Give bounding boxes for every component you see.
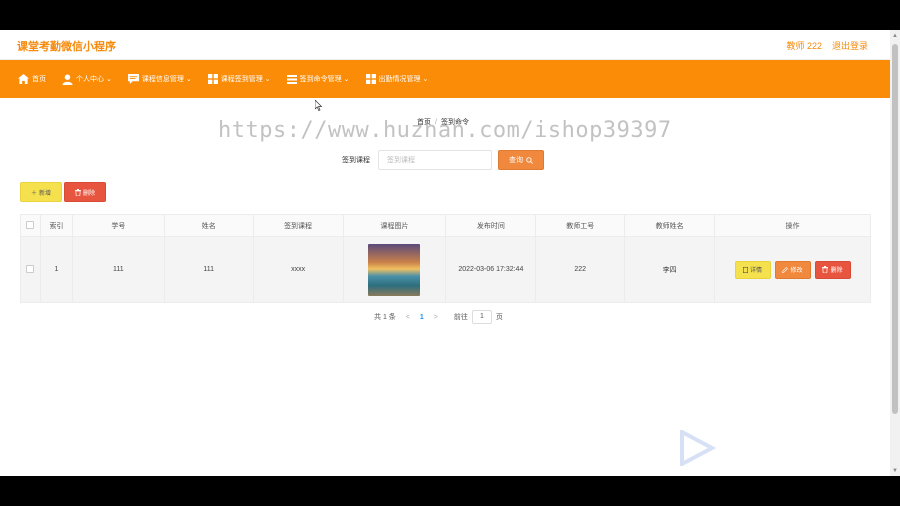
search-icon [526, 156, 533, 164]
course-image-cell [342, 236, 447, 303]
table-row: 1 111 111 xxxx 2022-03-06 17:32:44 222 李… [20, 236, 871, 303]
scroll-down-icon[interactable]: ▼ [892, 468, 898, 474]
chevron-down-icon: ⌄ [185, 76, 192, 83]
row-checkbox[interactable] [26, 264, 35, 273]
column-header: 操作 [714, 214, 871, 237]
student-no-cell: 111 [71, 236, 165, 303]
row-actions-cell: 详情 修改 删除 [714, 236, 871, 303]
column-header: 发布时间 [445, 214, 537, 237]
pagination: 共 1 条 < 1 > 前往 1 页 [374, 310, 503, 324]
nav-item-label: 签到命令管理 [299, 76, 342, 83]
index-cell: 1 [39, 236, 73, 303]
main-nav: 首页 个人中心 ⌄ 课程信息管理 ⌄ 课程签到管理 ⌄ 签到命令管理 ⌄ 出勤情… [0, 60, 890, 98]
document-icon [742, 266, 748, 273]
signin-command-table: 索引 学号 姓名 签到课程 课程图片 发布时间 教师工号 教师姓名 操作 1 1… [20, 214, 871, 303]
select-all-cell [20, 214, 41, 237]
edit-icon [782, 266, 789, 273]
goto-label: 前往 [453, 314, 468, 321]
nav-item-label: 个人中心 [76, 76, 104, 83]
column-header: 学号 [71, 214, 165, 237]
add-button[interactable]: ＋ 新增 [20, 182, 62, 202]
scrollbar-thumb[interactable] [892, 44, 898, 414]
search-input[interactable]: 签到课程 [378, 150, 492, 170]
search-button[interactable]: 查询 [498, 150, 544, 170]
column-header: 教师姓名 [624, 214, 715, 237]
home-icon [18, 74, 29, 84]
app-title: 课堂考勤微信小程序 [17, 41, 116, 53]
nav-item-course-info[interactable]: 课程信息管理 ⌄ [127, 60, 192, 98]
name-cell: 111 [163, 236, 254, 303]
row-delete-button[interactable]: 删除 [814, 260, 851, 279]
grid-icon [207, 74, 218, 84]
search-label: 签到课程 [342, 157, 370, 164]
user-area: 教师 222 退出登录 [786, 39, 868, 52]
add-button-label: 新增 [39, 190, 52, 197]
watermark-text: https://www.huzhan.com/ishop39397 [218, 118, 672, 143]
nav-item-signin-command[interactable]: 签到命令管理 ⌄ [286, 60, 350, 98]
nav-item-course-signin[interactable]: 课程签到管理 ⌄ [207, 60, 271, 98]
logout-link[interactable]: 退出登录 [832, 39, 868, 52]
action-toolbar: ＋ 新增 删除 [20, 182, 106, 202]
nav-item-attendance[interactable]: 出勤情况管理 ⌄ [365, 60, 429, 98]
chevron-down-icon: ⌄ [343, 76, 350, 83]
teacher-no-cell: 222 [535, 236, 626, 303]
batch-delete-button[interactable]: 删除 [64, 182, 106, 202]
scroll-up-icon[interactable]: ▲ [892, 33, 898, 39]
total-count: 共 1 条 [374, 314, 396, 321]
table-header-row: 索引 学号 姓名 签到课程 课程图片 发布时间 教师工号 教师姓名 操作 [20, 214, 871, 237]
edit-button-label: 修改 [790, 268, 803, 274]
column-header: 教师工号 [535, 214, 626, 237]
search-form: 签到课程 签到课程 查询 [342, 150, 544, 170]
page-number-current[interactable]: 1 [420, 314, 424, 321]
page-suffix: 页 [495, 314, 503, 321]
grid-icon [365, 74, 376, 84]
chevron-down-icon: ⌄ [106, 76, 112, 83]
row-delete-button-label: 删除 [830, 268, 843, 274]
video-player-logo-icon [680, 430, 716, 466]
published-cell: 2022-03-06 17:32:44 [445, 236, 537, 303]
page-jump-input[interactable]: 1 [471, 310, 492, 324]
teacher-name-cell: 李四 [624, 236, 715, 303]
column-header: 课程图片 [342, 214, 447, 237]
chevron-down-icon: ⌄ [264, 76, 271, 83]
chat-icon [127, 74, 139, 84]
top-header: 课堂考勤微信小程序 教师 222 退出登录 [0, 30, 890, 60]
prev-page-button[interactable]: < [406, 314, 410, 321]
detail-button-label: 详情 [749, 268, 762, 274]
goto-page: 前往 1 页 [454, 310, 503, 324]
row-select-cell [20, 236, 41, 303]
user-icon [62, 73, 73, 85]
nav-item-label: 课程信息管理 [141, 76, 184, 83]
current-user: 教师 222 [786, 41, 822, 51]
trash-icon [74, 188, 81, 196]
search-button-label: 查询 [509, 157, 523, 164]
nav-item-personal-center[interactable]: 个人中心 ⌄ [62, 60, 112, 98]
plus-icon: ＋ [30, 190, 37, 197]
list-icon [286, 74, 297, 84]
column-header: 索引 [39, 214, 73, 237]
delete-button-label: 删除 [82, 190, 95, 197]
page-scrollbar[interactable]: ▲ ▼ [890, 30, 900, 476]
detail-button[interactable]: 详情 [734, 260, 771, 279]
course-cell: xxxx [252, 236, 344, 303]
edit-button[interactable]: 修改 [774, 260, 811, 279]
course-image[interactable] [368, 243, 421, 296]
nav-item-home[interactable]: 首页 [18, 60, 46, 98]
nav-item-label: 课程签到管理 [220, 76, 263, 83]
column-header: 签到课程 [252, 214, 344, 237]
trash-icon [822, 266, 829, 273]
mouse-cursor-icon [315, 100, 323, 111]
row-actions: 详情 修改 删除 [715, 260, 870, 279]
browser-viewport: 课堂考勤微信小程序 教师 222 退出登录 首页 个人中心 ⌄ 课程信息管理 ⌄… [0, 30, 900, 476]
column-header: 姓名 [163, 214, 254, 237]
select-all-checkbox[interactable] [26, 220, 35, 229]
nav-item-label: 出勤情况管理 [378, 76, 421, 83]
nav-item-label: 首页 [32, 76, 46, 83]
next-page-button[interactable]: > [434, 314, 438, 321]
chevron-down-icon: ⌄ [422, 76, 429, 83]
